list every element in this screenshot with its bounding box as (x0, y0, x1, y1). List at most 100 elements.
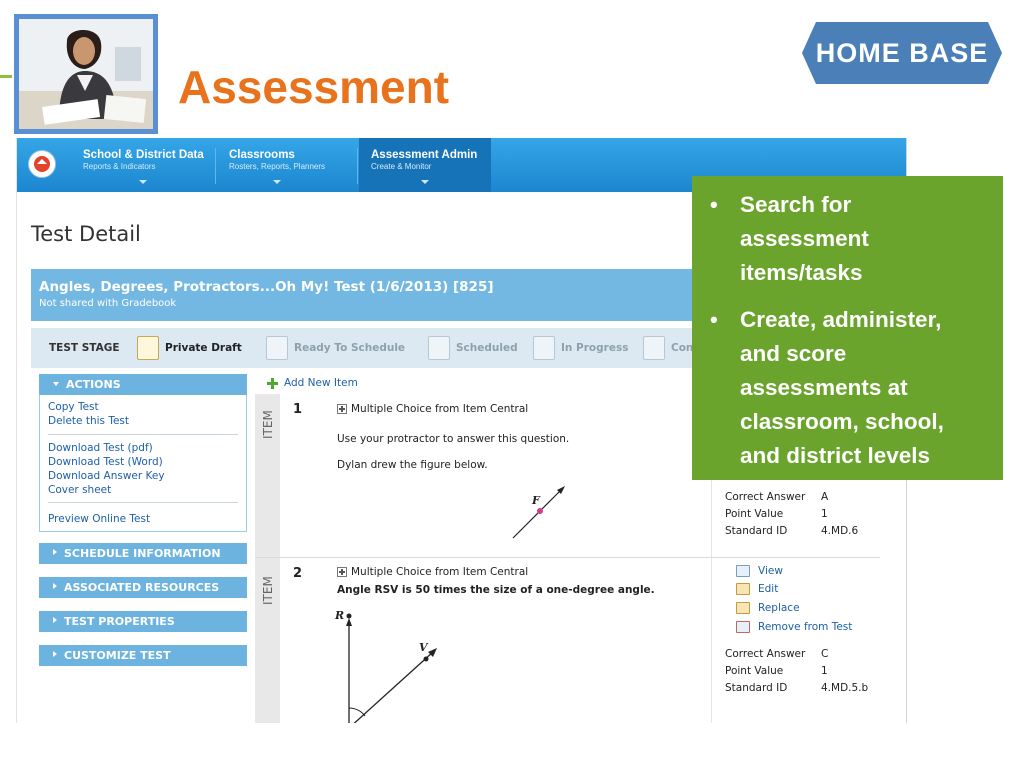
panel-title: TEST PROPERTIES (64, 615, 175, 628)
item-type[interactable]: Multiple Choice from Item Central (337, 566, 528, 578)
actions-panel: Copy Test Delete this Test Download Test… (39, 395, 247, 532)
point-value-row: Point Value 1 (725, 665, 828, 677)
logo-text: HOME BASE (815, 38, 989, 68)
caret-right-icon (53, 617, 57, 623)
teacher-illustration (19, 19, 153, 129)
item-question-line: Angle RSV is 50 times the size of a one-… (337, 584, 655, 596)
test-stage-label: TEST STAGE (49, 342, 120, 354)
caret-right-icon (53, 549, 57, 555)
download-test-word-link[interactable]: Download Test (Word) (48, 456, 163, 468)
correct-answer-row: Correct Answer C (725, 648, 828, 660)
item-type-label: Multiple Choice from Item Central (351, 566, 529, 578)
panel-title: SCHEDULE INFORMATION (64, 547, 221, 560)
item-rail-label: ITEM (261, 576, 275, 605)
nav-tab-title: Classrooms (229, 149, 295, 161)
panel-title: CUSTOMIZE TEST (64, 649, 171, 662)
standard-id-row: Standard ID 4.MD.6 (725, 525, 858, 537)
test-properties-panel[interactable]: TEST PROPERTIES (39, 611, 247, 632)
callout-bullet: Create, administer, and score assessment… (710, 303, 985, 473)
meta-key: Correct Answer (725, 491, 806, 503)
item-question-line: Use your protractor to answer this quest… (337, 433, 570, 445)
schedule-information-panel[interactable]: SCHEDULE INFORMATION (39, 543, 247, 564)
caret-right-icon (53, 651, 57, 657)
stage-completed[interactable]: Con (643, 334, 693, 362)
meta-key: Point Value (725, 508, 784, 520)
expand-icon (337, 567, 347, 577)
document-complete-icon (643, 336, 665, 360)
feature-callout: Search for assessment items/tasks Create… (692, 176, 1003, 480)
link-label: Remove from Test (758, 621, 853, 633)
point-label-r: R (334, 609, 344, 622)
link-label: Edit (758, 583, 779, 595)
remove-icon (736, 621, 750, 633)
point-value-row: Point Value 1 (725, 508, 828, 520)
edit-item-link[interactable]: Edit (736, 583, 778, 595)
add-new-item-link[interactable]: Add New Item (267, 377, 358, 389)
nav-divider (215, 148, 216, 184)
nav-divider (357, 148, 358, 184)
callout-list: Search for assessment items/tasks Create… (710, 188, 985, 473)
angle-figure: R V (334, 609, 437, 723)
associated-resources-panel[interactable]: ASSOCIATED RESOURCES (39, 577, 247, 598)
nav-tab-subtitle: Create & Monitor (371, 162, 432, 171)
nav-tab-subtitle: Rosters, Reports, Planners (229, 162, 326, 171)
caret-right-icon (53, 583, 57, 589)
item-question-line: Dylan drew the figure below. (337, 459, 488, 471)
plus-icon (267, 377, 278, 389)
hourglass-icon (533, 336, 555, 360)
stage-label: In Progress (561, 342, 629, 354)
download-test-pdf-link[interactable]: Download Test (pdf) (48, 442, 153, 454)
point-label-v: V (419, 641, 429, 654)
nav-tab-title: Assessment Admin (371, 149, 478, 161)
stage-in-progress[interactable]: In Progress (533, 334, 628, 362)
slide-title: Assessment (178, 61, 450, 113)
callout-bullet: Search for assessment items/tasks (710, 188, 985, 290)
chevron-down-icon (139, 180, 148, 184)
point-value: 1 (821, 665, 828, 677)
nav-tab-classrooms[interactable]: Classrooms Rosters, Reports, Planners (217, 138, 337, 192)
item-number: 2 (293, 566, 303, 581)
draft-document-icon (137, 336, 159, 360)
replace-icon (736, 602, 750, 614)
expand-icon (337, 404, 347, 414)
meta-key: Point Value (725, 665, 784, 677)
point-label-f: F (531, 494, 541, 507)
teacher-photo (14, 14, 158, 134)
replace-item-link[interactable]: Replace (736, 602, 800, 614)
calendar-check-icon (428, 336, 450, 360)
download-answer-key-link[interactable]: Download Answer Key (48, 470, 165, 482)
item-rail-label: ITEM (261, 410, 275, 439)
stage-ready-to-schedule[interactable]: Ready To Schedule (266, 334, 405, 362)
test-name: Angles, Degrees, Protractors...Oh My! Te… (39, 279, 494, 295)
meta-key: Standard ID (725, 682, 788, 694)
correct-answer-value: A (821, 491, 829, 503)
standard-id-value: 4.MD.5.b (821, 682, 869, 694)
preview-online-test-link[interactable]: Preview Online Test (48, 513, 150, 525)
nav-tab-school-district-data[interactable]: School & District Data Reports & Indicat… (71, 138, 216, 192)
view-icon (736, 565, 750, 577)
item-meta-divider (711, 558, 712, 723)
view-item-link[interactable]: View (736, 565, 783, 577)
home-base-logo: HOME BASE (802, 22, 1002, 84)
nav-tab-subtitle: Reports & Indicators (83, 162, 156, 171)
nav-tab-assessment-admin[interactable]: Assessment Admin Create & Monitor (359, 138, 491, 192)
standard-id-value: 4.MD.6 (821, 525, 859, 537)
item-number: 1 (293, 402, 303, 417)
caret-down-icon (53, 382, 59, 386)
item-type[interactable]: Multiple Choice from Item Central (337, 403, 528, 415)
correct-answer-value: C (821, 648, 829, 660)
remove-item-link[interactable]: Remove from Test (736, 621, 852, 633)
home-roof-icon (37, 159, 47, 164)
delete-test-link[interactable]: Delete this Test (48, 415, 129, 427)
customize-test-panel[interactable]: CUSTOMIZE TEST (39, 645, 247, 666)
divider (48, 502, 238, 503)
stage-private-draft[interactable]: Private Draft (137, 334, 242, 362)
ray-figure: F (512, 486, 565, 539)
stage-label: Ready To Schedule (294, 342, 406, 354)
actions-panel-header[interactable]: ACTIONS (39, 374, 247, 395)
copy-test-link[interactable]: Copy Test (48, 401, 99, 413)
home-button[interactable] (28, 150, 56, 178)
cover-sheet-link[interactable]: Cover sheet (48, 484, 111, 496)
edit-icon (736, 583, 750, 595)
stage-scheduled[interactable]: Scheduled (428, 334, 518, 362)
